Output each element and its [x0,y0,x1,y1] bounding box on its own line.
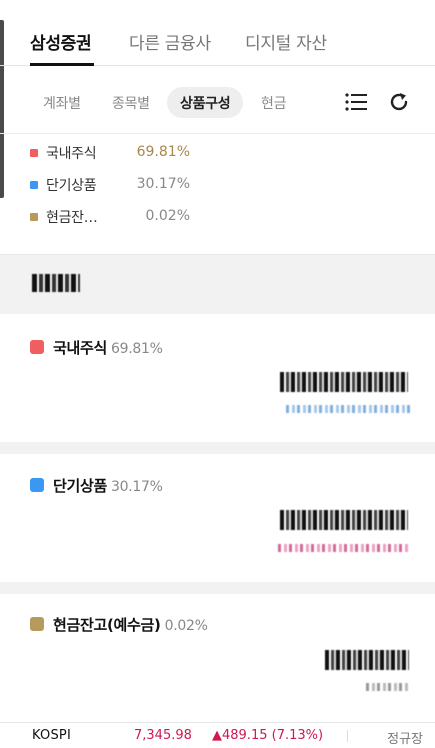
subtab-product-composition[interactable]: 상품구성 [167,87,244,118]
list-icon[interactable] [343,89,369,115]
redacted-amount [280,510,408,530]
legend-color-swatch [30,181,38,189]
market-ticker-bar[interactable]: KOSPI 7,345.98 ▲489.15 (7.13%) 정규장 [0,722,435,748]
legend-value: 0.02% [145,208,190,224]
subtab-by-account[interactable]: 계좌별 [43,93,81,113]
market-session-status: 정규장 [387,732,423,747]
legend-label: 국내주식 [46,146,97,162]
asset-card-short-term-product[interactable]: 단기상품 30.17% [0,454,435,582]
card-separator [0,442,435,454]
legend-item: 국내주식 69.81% [30,143,230,165]
legend-value: 30.17% [136,176,190,192]
legend-color-swatch [30,149,38,157]
category-color-swatch [30,478,44,492]
redacted-amount [280,372,408,392]
tab-samsung-securities[interactable]: 삼성증권 [30,29,92,54]
section-header [0,254,435,314]
ticker-divider [347,730,348,742]
legend-item: 단기상품 30.17% [30,175,230,197]
card-title: 국내주식 69.81% [53,339,163,357]
refresh-icon[interactable] [386,89,412,115]
card-percent: 0.02% [164,618,208,634]
redacted-sub-amount [278,544,410,552]
ticker-index-name: KOSPI [32,728,71,743]
legend-item: 현금잔… 0.02% [30,207,230,229]
tab-other-financial[interactable]: 다른 금융사 [129,29,211,54]
redacted-sub-amount [366,683,410,691]
asset-card-cash-balance[interactable]: 현금잔고(예수금) 0.02% [0,594,435,722]
tab-digital-assets[interactable]: 디지털 자산 [245,29,327,54]
card-title: 단기상품 30.17% [53,477,163,495]
card-title: 현금잔고(예수금) 0.02% [53,616,208,634]
legend-value: 69.81% [136,144,190,160]
top-tab-bar: 삼성증권 다른 금융사 디지털 자산 [0,0,435,66]
legend-color-swatch [30,213,38,221]
asset-card-domestic-stock[interactable]: 국내주식 69.81% [0,314,435,442]
card-percent: 69.81% [111,341,163,357]
redacted-amount [325,650,409,670]
legend-label: 현금잔… [46,210,98,226]
card-percent: 30.17% [111,479,163,495]
ticker-index-value: 7,345.98 [134,728,192,743]
category-color-swatch [30,617,44,631]
allocation-legend: 국내주식 69.81% 단기상품 30.17% 현금잔… 0.02% [0,134,435,254]
subtab-by-stock[interactable]: 종목별 [112,93,150,113]
category-color-swatch [30,340,44,354]
sub-tab-bar: 계좌별 종목별 상품구성 현금 [0,66,435,134]
subtab-cash[interactable]: 현금 [261,93,286,113]
card-separator [0,582,435,594]
redacted-section-title [32,274,80,292]
ticker-change: ▲489.15 (7.13%) [212,728,324,743]
redacted-sub-amount [286,405,410,413]
legend-label: 단기상품 [46,178,97,194]
